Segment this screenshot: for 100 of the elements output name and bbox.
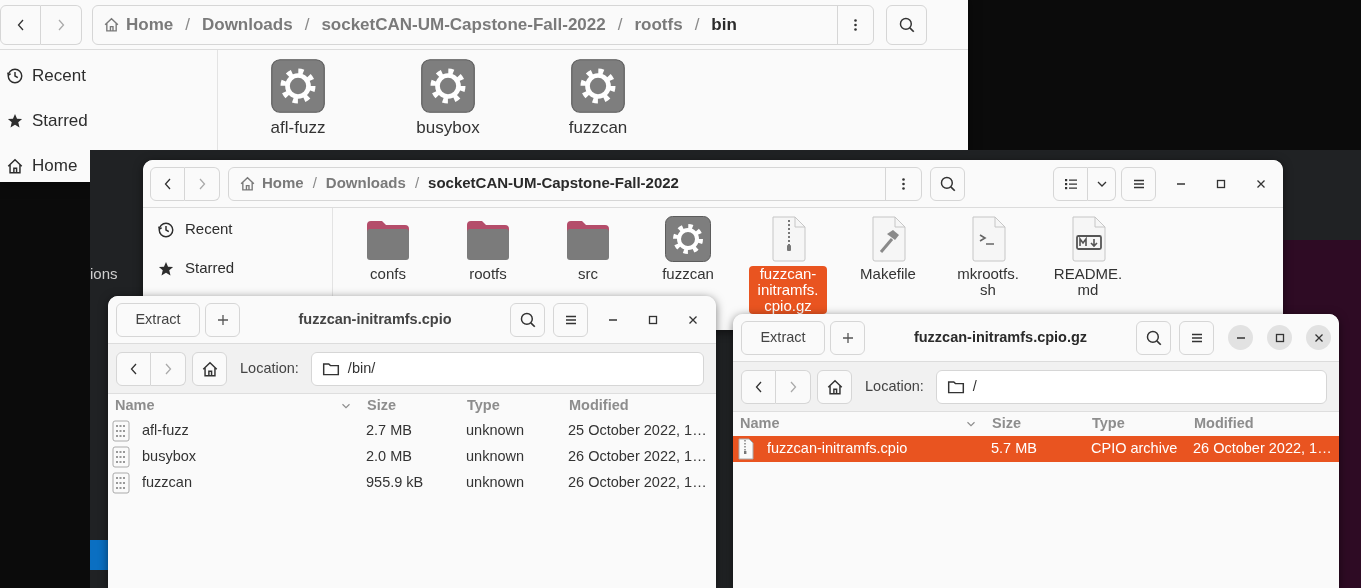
menu-button[interactable] (553, 302, 588, 337)
file-label[interactable]: README.md (1049, 266, 1127, 298)
extract-button[interactable]: Extract (741, 320, 825, 355)
path-segment[interactable]: Home (239, 172, 304, 195)
file-label[interactable]: afl-fuzz (267, 118, 329, 138)
file-row[interactable]: busybox 2.0 MB unknown 26 October 2022, 1… (108, 444, 716, 470)
home-icon (825, 377, 844, 396)
sidebar-item[interactable]: Recent (0, 53, 90, 98)
path-segment[interactable]: rootfs (634, 11, 683, 38)
gear-icon (570, 58, 626, 114)
view-options-button[interactable] (1088, 166, 1116, 201)
binary-file-icon (112, 420, 130, 442)
file-row[interactable]: fuzzcan 955.9 kB unknown 26 October 2022, 1… (108, 470, 716, 496)
file-label[interactable]: busybox (413, 118, 483, 138)
path-segment[interactable]: Home (103, 11, 174, 38)
home-icon (200, 359, 219, 378)
add-button[interactable] (830, 320, 865, 355)
file-name: afl-fuzz (141, 421, 190, 441)
binary-file-icon (112, 472, 130, 494)
zipper-file-icon (737, 438, 755, 460)
search-button[interactable] (930, 166, 965, 201)
minimize-button[interactable] (1228, 325, 1253, 350)
file-label[interactable]: fuzzcan (565, 118, 631, 138)
file-label[interactable]: rootfs (466, 266, 510, 282)
search-button[interactable] (886, 4, 927, 45)
close-button[interactable] (1306, 325, 1331, 350)
search-icon (518, 310, 537, 329)
kebab-icon (854, 18, 857, 31)
path-separator: / (694, 13, 700, 36)
sidebar-item[interactable]: Starred (0, 98, 92, 143)
clock-icon (157, 220, 175, 239)
add-button[interactable] (205, 302, 240, 337)
minimize-icon (609, 318, 617, 321)
search-button[interactable] (510, 302, 545, 337)
search-icon (897, 15, 916, 34)
sidebar-item[interactable]: Home (0, 143, 82, 182)
path-separator: / (185, 13, 190, 36)
gear-icon (664, 215, 712, 263)
home-button[interactable] (192, 351, 227, 386)
table-cell-text: unknown (465, 448, 526, 465)
path-separator: / (312, 173, 317, 194)
file-name: busybox (141, 447, 197, 467)
table-cell-text: 5.7 MB (990, 440, 1038, 457)
location-label: Location: (240, 358, 299, 378)
menu-button[interactable] (1121, 166, 1156, 201)
path-segment[interactable]: socketCAN-UM-Capstone-Fall-2022 (428, 172, 679, 195)
minimize-icon (1177, 182, 1185, 185)
search-icon (1144, 328, 1163, 347)
sidebar-item[interactable]: Starred (143, 249, 332, 288)
file-label[interactable]: src (575, 266, 601, 282)
table-cell-text: 26 October 2022, 1… (1192, 440, 1333, 457)
gear-icon (420, 58, 476, 114)
table-cell-text: CPIO archive (1090, 440, 1179, 457)
file-name: fuzzcan (141, 473, 193, 493)
home-icon (239, 175, 256, 192)
sidebar-item[interactable]: Recent (143, 210, 332, 249)
window-text: ions (90, 264, 118, 284)
path-separator: / (414, 173, 420, 194)
file-label[interactable]: fuzzcan (659, 266, 717, 282)
file-label[interactable]: mkrootfs.sh (949, 266, 1027, 298)
menu-button[interactable] (1179, 320, 1214, 355)
table-cell-text: unknown (465, 422, 526, 439)
clock-icon (6, 66, 24, 85)
table-cell-text: 2.0 MB (365, 448, 413, 465)
file-row[interactable]: afl-fuzz 2.7 MB unknown 25 October 2022, 1… (108, 418, 716, 444)
file-label[interactable]: confs (367, 266, 409, 282)
table-cell-text: 955.9 kB (365, 474, 425, 491)
file-label[interactable]: fuzzcan-initramfs.cpio.gz (749, 266, 827, 314)
binary-file-icon (112, 446, 130, 468)
home-icon (103, 16, 120, 33)
search-icon (938, 174, 957, 193)
path-segment[interactable]: bin (711, 11, 737, 38)
location-field[interactable]: / (935, 369, 1327, 404)
window-title: fuzzcan-initramfs.cpio (297, 309, 453, 329)
file-label[interactable]: Makefile (857, 266, 919, 282)
gear-icon (270, 58, 326, 114)
list-view-button[interactable] (1053, 166, 1088, 201)
kebab-icon (902, 177, 905, 190)
table-cell-text: 25 October 2022, 1… (567, 422, 708, 439)
path-segment[interactable]: socketCAN-UM-Capstone-Fall-2022 (321, 11, 606, 38)
location-field[interactable]: /bin/ (310, 351, 704, 386)
sidebar-highlight (90, 540, 108, 570)
table-cell-text: 26 October 2022, 1… (567, 474, 708, 491)
table-cell-text: unknown (465, 474, 526, 491)
path-segment[interactable]: Downloads (201, 11, 293, 38)
path-segment[interactable]: Downloads (325, 172, 406, 195)
location-label: Location: (865, 376, 924, 396)
window-title: fuzzcan-initramfs.cpio.gz (912, 327, 1089, 347)
file-row[interactable]: fuzzcan-initramfs.cpio 5.7 MB CPIO archive 26 October 2022, 1… (733, 436, 1339, 462)
file-name: fuzzcan-initramfs.cpio (766, 439, 909, 459)
path-separator: / (617, 13, 623, 36)
table-cell-text: 26 October 2022, 1… (567, 448, 708, 465)
search-button[interactable] (1136, 320, 1171, 355)
table-cell-text: 2.7 MB (365, 422, 413, 439)
minimize-icon (1236, 336, 1245, 339)
home-button[interactable] (817, 369, 852, 404)
path-separator: / (304, 13, 310, 36)
maximize-button[interactable] (1267, 325, 1292, 350)
home-icon (6, 156, 24, 175)
extract-button[interactable]: Extract (116, 302, 200, 337)
